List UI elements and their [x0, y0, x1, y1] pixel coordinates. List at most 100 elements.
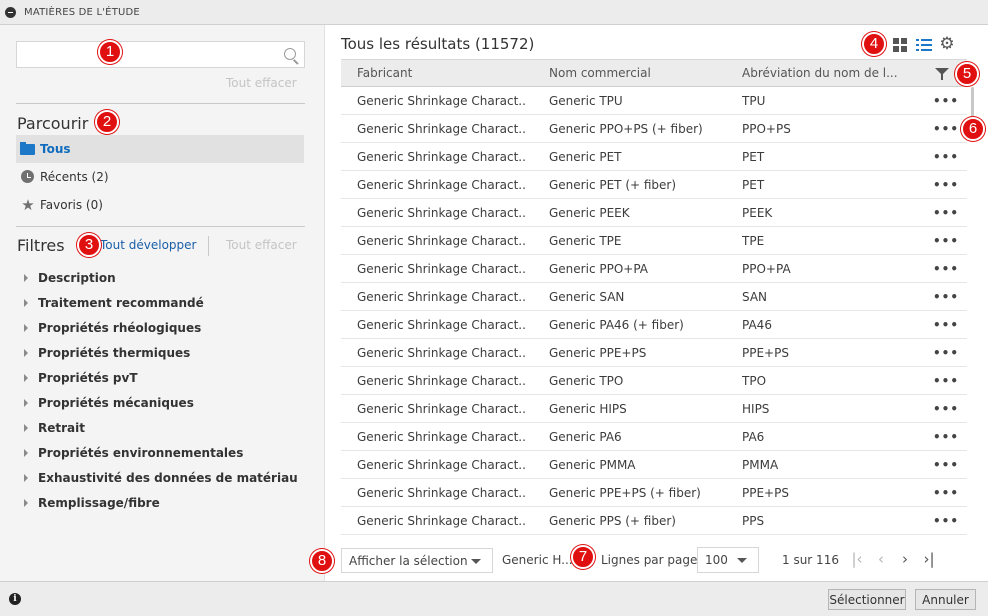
info-icon[interactable]: i	[9, 593, 21, 605]
table-row[interactable]: Generic Shrinkage Charact... Generic PEEK…	[341, 199, 967, 227]
manufacturer-cell: Generic Shrinkage Charact...	[357, 401, 527, 416]
browse-item-favorites[interactable]: ★ Favoris (0)	[16, 191, 304, 219]
more-options-icon[interactable]: •••	[933, 486, 959, 500]
more-options-icon[interactable]: •••	[933, 122, 959, 136]
gear-icon[interactable]: ⚙	[939, 36, 955, 53]
caret-down-icon	[737, 558, 747, 563]
column-header-manufacturer[interactable]: Fabricant	[357, 66, 412, 80]
clear-search-link[interactable]: Tout effacer	[226, 76, 297, 90]
select-button[interactable]: Sélectionner	[828, 589, 906, 610]
trade-name-cell: Generic PEEK	[549, 205, 630, 220]
table-row[interactable]: Generic Shrinkage Charact... Generic TPU T…	[341, 87, 967, 115]
more-options-icon[interactable]: •••	[933, 514, 959, 528]
caret-right-icon	[24, 423, 28, 432]
browse-item-all[interactable]: Tous	[16, 135, 304, 163]
filter-item-rheological[interactable]: Propriétés rhéologiques	[22, 315, 312, 340]
last-page-icon[interactable]: ›|	[920, 548, 938, 570]
table-row[interactable]: Generic Shrinkage Charact... Generic PPS …	[341, 507, 967, 535]
table-row[interactable]: Generic Shrinkage Charact... Generic PET P…	[341, 143, 967, 171]
column-header-trade-name[interactable]: Nom commercial	[549, 66, 651, 80]
abbreviation-cell: PET	[742, 177, 765, 192]
clear-filters-link[interactable]: Tout effacer	[226, 238, 297, 252]
more-options-icon[interactable]: •••	[933, 234, 959, 248]
table-row[interactable]: Generic Shrinkage Charact... Generic TPE T…	[341, 227, 967, 255]
filter-item-thermal[interactable]: Propriétés thermiques	[22, 340, 312, 365]
more-options-icon[interactable]: •••	[933, 94, 959, 108]
table-row[interactable]: Generic Shrinkage Charact... Generic PPO+…	[341, 255, 967, 283]
search-input[interactable]	[17, 42, 272, 67]
table-row[interactable]: Generic Shrinkage Charact... Generic PPE+…	[341, 339, 967, 367]
column-header-abbreviation[interactable]: Abréviation du nom de l...	[742, 66, 898, 80]
browse-list: Tous Récents (2) ★ Favoris (0)	[16, 135, 304, 219]
more-options-icon[interactable]: •••	[933, 346, 959, 360]
more-options-icon[interactable]: •••	[933, 290, 959, 304]
trade-name-cell: Generic PPE+PS	[549, 345, 647, 360]
more-options-icon[interactable]: •••	[933, 374, 959, 388]
collapse-icon[interactable]	[5, 6, 16, 18]
filter-item-environmental[interactable]: Propriétés environnementales	[22, 440, 312, 465]
table-row[interactable]: Generic Shrinkage Charact... Generic PA6 P…	[341, 423, 967, 451]
trade-name-cell: Generic PPO+PS (+ fiber)	[549, 121, 703, 136]
more-options-icon[interactable]: •••	[933, 430, 959, 444]
sidebar: Tout effacer Parcourir Tous Récents (2) …	[0, 25, 325, 581]
expand-all-link[interactable]: Tout développer	[100, 238, 196, 252]
cancel-button[interactable]: Annuler	[915, 589, 976, 610]
table-row[interactable]: Generic Shrinkage Charact... Generic HIPS…	[341, 395, 967, 423]
filter-item-completeness[interactable]: Exhaustivité des données de matériau	[22, 465, 312, 490]
table-row[interactable]: Generic Shrinkage Charact... Generic PET …	[341, 171, 967, 199]
next-page-icon[interactable]: ›	[896, 548, 914, 570]
filter-icon[interactable]	[935, 68, 949, 80]
abbreviation-cell: PPE+PS	[742, 485, 789, 500]
divider	[16, 103, 305, 104]
scrollbar[interactable]	[971, 87, 974, 117]
filter-item-processing[interactable]: Traitement recommandé	[22, 290, 312, 315]
filter-item-pvt[interactable]: Propriétés pvT	[22, 365, 312, 390]
table-row[interactable]: Generic Shrinkage Charact... Generic TPO T…	[341, 367, 967, 395]
table-row[interactable]: Generic Shrinkage Charact... Generic PPO+…	[341, 115, 967, 143]
bottom-controls: Afficher la sélection Generic H... Ligne…	[326, 545, 988, 575]
filter-label: Propriétés environnementales	[38, 445, 244, 460]
caret-down-icon	[471, 559, 481, 564]
more-options-icon[interactable]: •••	[933, 402, 959, 416]
search-icon[interactable]	[284, 48, 296, 60]
abbreviation-cell: PPS	[742, 513, 765, 528]
show-selection-dropdown[interactable]: Afficher la sélection	[341, 548, 493, 573]
more-options-icon[interactable]: •••	[933, 178, 959, 192]
rows-per-page-dropdown[interactable]: 100	[697, 547, 759, 573]
filter-label: Exhaustivité des données de matériau	[38, 470, 298, 485]
more-options-icon[interactable]: •••	[933, 150, 959, 164]
table-row[interactable]: Generic Shrinkage Charact... Generic PPE+…	[341, 479, 967, 507]
callout-marker-6: 6	[961, 117, 985, 141]
more-options-icon[interactable]: •••	[933, 206, 959, 220]
filter-item-filler[interactable]: Remplissage/fibre	[22, 490, 312, 515]
table-row[interactable]: Generic Shrinkage Charact... Generic SAN S…	[341, 283, 967, 311]
trade-name-cell: Generic PMMA	[549, 457, 636, 472]
trade-name-cell: Generic PET (+ fiber)	[549, 177, 677, 192]
first-page-icon[interactable]: |‹	[848, 548, 866, 570]
more-options-icon[interactable]: •••	[933, 262, 959, 276]
table-row[interactable]: Generic Shrinkage Charact... Generic PA46…	[341, 311, 967, 339]
caret-right-icon	[24, 373, 28, 382]
caret-right-icon	[24, 323, 28, 332]
more-options-icon[interactable]: •••	[933, 458, 959, 472]
filter-item-mechanical[interactable]: Propriétés mécaniques	[22, 390, 312, 415]
abbreviation-cell: PA46	[742, 317, 772, 332]
more-options-icon[interactable]: •••	[933, 318, 959, 332]
manufacturer-cell: Generic Shrinkage Charact...	[357, 149, 527, 164]
prev-page-icon[interactable]: ‹	[872, 548, 890, 570]
browse-item-label: Récents (2)	[40, 170, 109, 184]
browse-item-label: Tous	[40, 142, 71, 156]
window-title: MATIÈRES DE L'ÉTUDE	[24, 6, 140, 18]
separator	[208, 236, 209, 256]
list-view-icon[interactable]	[916, 38, 932, 52]
table-row[interactable]: Generic Shrinkage Charact... Generic PMMA…	[341, 451, 967, 479]
trade-name-cell: Generic HIPS	[549, 401, 627, 416]
filter-item-description[interactable]: Description	[22, 265, 312, 290]
grid-view-icon[interactable]	[893, 38, 907, 52]
filter-label: Propriétés pvT	[38, 370, 138, 385]
trade-name-cell: Generic PPO+PA	[549, 261, 648, 276]
browse-item-recent[interactable]: Récents (2)	[16, 163, 304, 191]
filters-title: Filtres	[17, 236, 65, 255]
filter-item-shrinkage[interactable]: Retrait	[22, 415, 312, 440]
abbreviation-cell: TPU	[742, 93, 766, 108]
